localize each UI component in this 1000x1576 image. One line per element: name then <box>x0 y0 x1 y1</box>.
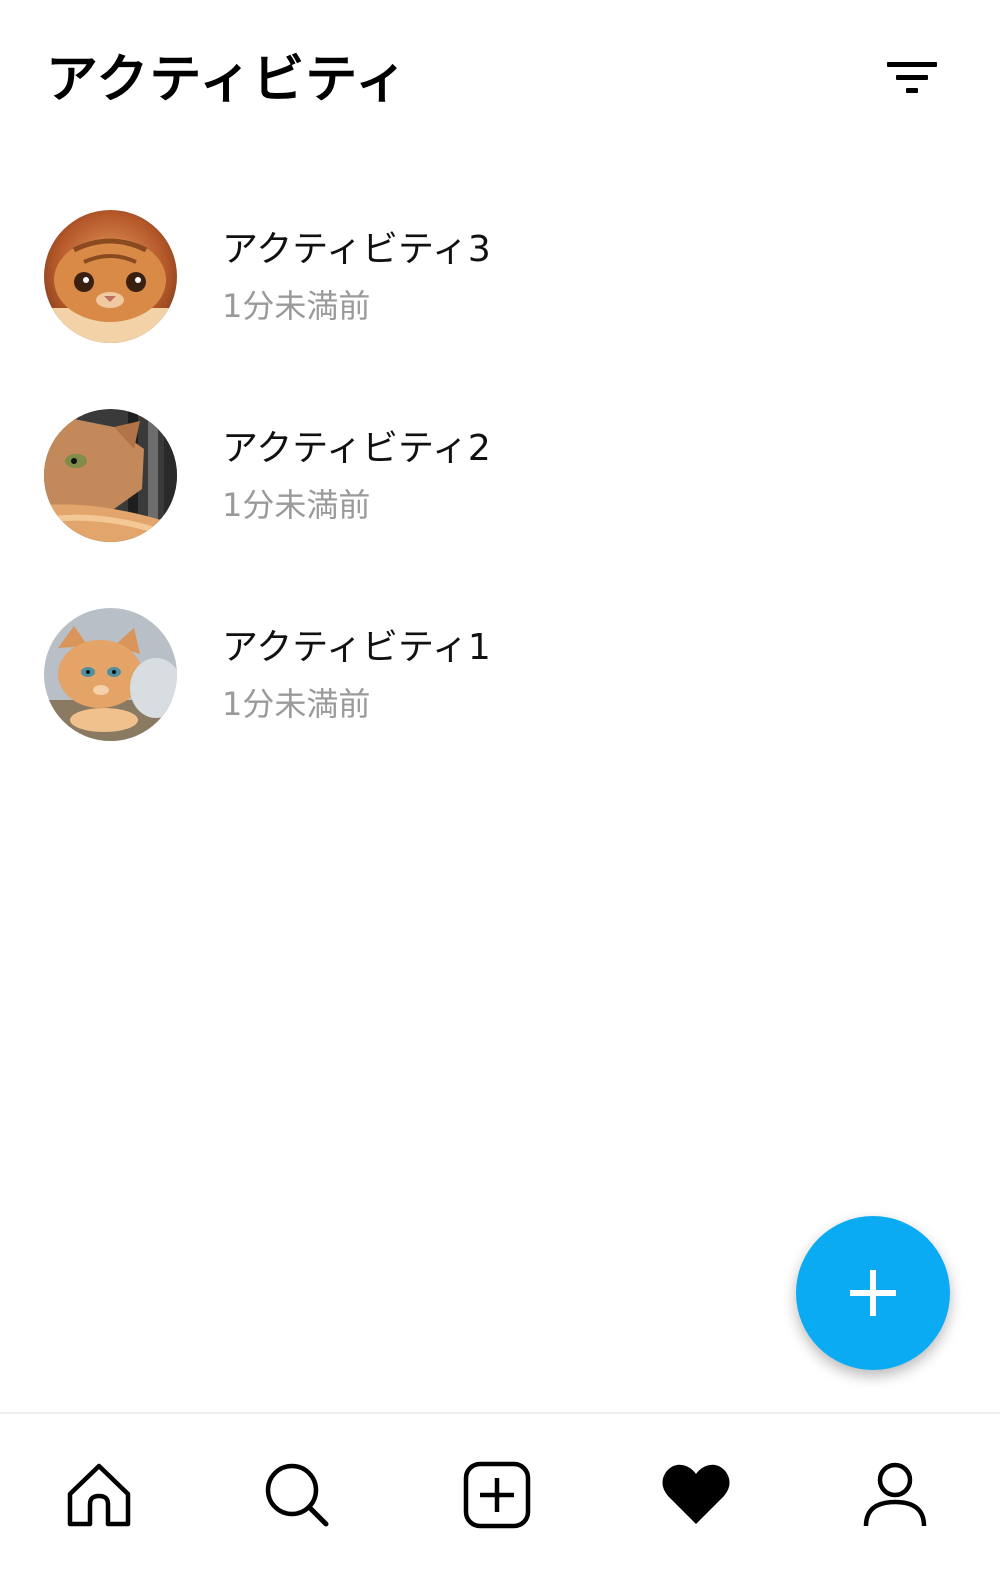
filter-list-icon <box>887 62 937 93</box>
cat-photo-avatar <box>44 608 177 741</box>
heart-icon <box>662 1464 730 1524</box>
list-item[interactable]: アクティビティ3 1分未満前 <box>0 176 1000 375</box>
app-header: アクティビティ <box>0 0 1000 160</box>
bottom-navigation <box>0 1412 1000 1576</box>
activity-title: アクティビティ1 <box>222 627 491 668</box>
list-item[interactable]: アクティビティ2 1分未満前 <box>0 375 1000 574</box>
activity-screen: アクティビティ アクティビティ3 1分未満前 アクティビティ2 1分未満前 アク… <box>0 0 1000 1576</box>
add-square-icon <box>463 1461 531 1529</box>
page-title: アクティビティ <box>46 50 409 110</box>
activity-title: アクティビティ2 <box>222 428 491 469</box>
nav-profile[interactable] <box>850 1450 940 1540</box>
activity-timestamp: 1分未満前 <box>222 287 371 325</box>
cat-photo-avatar <box>44 210 177 343</box>
activity-title: アクティビティ3 <box>222 229 491 270</box>
nav-home[interactable] <box>54 1450 144 1540</box>
search-icon <box>265 1463 329 1527</box>
nav-search[interactable] <box>252 1450 342 1540</box>
nav-activity[interactable] <box>651 1450 741 1540</box>
home-icon <box>67 1463 131 1527</box>
activity-timestamp: 1分未満前 <box>222 486 371 524</box>
list-item[interactable]: アクティビティ1 1分未満前 <box>0 574 1000 773</box>
plus-icon <box>850 1270 896 1316</box>
add-activity-button[interactable] <box>796 1216 950 1370</box>
activity-timestamp: 1分未満前 <box>222 685 371 723</box>
activity-list: アクティビティ3 1分未満前 アクティビティ2 1分未満前 アクティビティ1 1… <box>0 176 1000 773</box>
cat-photo-avatar <box>44 409 177 542</box>
filter-button[interactable] <box>880 50 944 106</box>
nav-add[interactable] <box>452 1450 542 1540</box>
profile-icon <box>863 1462 927 1527</box>
